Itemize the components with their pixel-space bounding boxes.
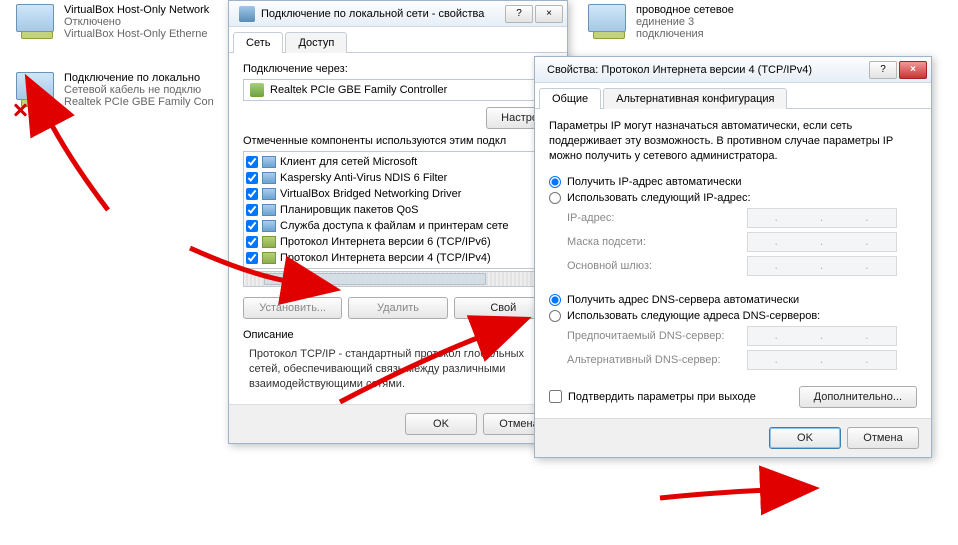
window-title: Свойства: Протокол Интернета версии 4 (T… xyxy=(539,64,869,76)
component-label: Протокол Интернета версии 4 (TCP/IPv4) xyxy=(280,252,491,264)
titlebar[interactable]: Свойства: Протокол Интернета версии 4 (T… xyxy=(535,57,931,83)
component-row[interactable]: Планировщик пакетов QoS xyxy=(246,202,550,218)
component-checkbox[interactable] xyxy=(246,172,258,184)
ip-address-input: ... xyxy=(747,208,897,228)
component-label: Протокол Интернета версии 6 (TCP/IPv6) xyxy=(280,236,491,248)
network-connection-item[interactable]: Подключение по локально Сетевой кабель н… xyxy=(16,72,216,112)
tab-sharing[interactable]: Доступ xyxy=(285,32,347,53)
tab-alternate[interactable]: Альтернативная конфигурация xyxy=(603,88,787,109)
component-icon xyxy=(262,172,276,184)
connect-via-label: Подключение через: xyxy=(243,63,553,75)
tab-general[interactable]: Общие xyxy=(539,88,601,109)
network-connection-item[interactable]: VirtualBox Host-Only Network Отключено V… xyxy=(16,4,216,44)
network-adapter-icon xyxy=(16,4,58,44)
cancel-button[interactable]: Отмена xyxy=(847,427,919,449)
component-icon xyxy=(262,236,276,248)
validate-label: Подтвердить параметры при выходе xyxy=(568,391,756,403)
alt-dns-label: Альтернативный DNS-сервер: xyxy=(567,354,747,366)
titlebar[interactable]: Подключение по локальной сети - свойства… xyxy=(229,1,567,27)
description-label: Описание xyxy=(243,329,553,341)
dns-auto-label: Получить адрес DNS-сервера автоматически xyxy=(567,294,799,306)
component-icon xyxy=(262,156,276,168)
dns-manual-label: Использовать следующие адреса DNS-сервер… xyxy=(567,310,820,322)
component-row[interactable]: Протокол Интернета версии 6 (TCP/IPv6) xyxy=(246,234,550,250)
install-button[interactable]: Установить... xyxy=(243,297,342,319)
ip-auto-label: Получить IP-адрес автоматически xyxy=(567,176,741,188)
component-icon xyxy=(262,204,276,216)
help-button[interactable]: ? xyxy=(505,5,533,23)
adapter-name: Realtek PCIe GBE Family Controller xyxy=(270,84,447,96)
gateway-label: Основной шлюз: xyxy=(567,260,747,272)
pref-dns-label: Предпочитаемый DNS-сервер: xyxy=(567,330,747,342)
subnet-mask-label: Маска подсети: xyxy=(567,236,747,248)
network-icon xyxy=(239,6,255,22)
ip-auto-radio[interactable] xyxy=(549,176,561,188)
component-icon xyxy=(262,220,276,232)
alt-dns-input: ... xyxy=(747,350,897,370)
ip-manual-label: Использовать следующий IP-адрес: xyxy=(567,192,751,204)
tabs: Общие Альтернативная конфигурация xyxy=(535,83,931,109)
component-label: VirtualBox Bridged Networking Driver xyxy=(280,188,461,200)
component-checkbox[interactable] xyxy=(246,188,258,200)
close-button[interactable]: × xyxy=(535,5,563,23)
component-icon xyxy=(262,252,276,264)
adapter-field: Realtek PCIe GBE Family Controller xyxy=(243,79,553,101)
network-adapter-icon xyxy=(588,4,630,44)
remove-button[interactable]: Удалить xyxy=(348,297,447,319)
ok-button[interactable]: OK xyxy=(405,413,477,435)
dns-manual-radio[interactable] xyxy=(549,310,561,322)
horizontal-scrollbar[interactable] xyxy=(243,271,553,287)
description-text: Протокол TCP/IP - стандартный протокол г… xyxy=(243,345,553,394)
pref-dns-input: ... xyxy=(747,326,897,346)
error-x-icon xyxy=(12,102,28,118)
component-label: Служба доступа к файлам и принтерам сете xyxy=(280,220,509,232)
component-checkbox[interactable] xyxy=(246,252,258,264)
dns-auto-radio[interactable] xyxy=(549,294,561,306)
subnet-mask-input: ... xyxy=(747,232,897,252)
network-adapter-icon xyxy=(16,72,58,112)
validate-checkbox[interactable] xyxy=(549,390,562,403)
ok-button[interactable]: OK xyxy=(769,427,841,449)
component-checkbox[interactable] xyxy=(246,236,258,248)
help-button[interactable]: ? xyxy=(869,61,897,79)
tabs: Сеть Доступ xyxy=(229,27,567,53)
ipv4-properties-window: Свойства: Протокол Интернета версии 4 (T… xyxy=(534,56,932,458)
component-checkbox[interactable] xyxy=(246,204,258,216)
close-button[interactable]: × xyxy=(899,61,927,79)
component-row[interactable]: Клиент для сетей Microsoft xyxy=(246,154,550,170)
component-row[interactable]: Служба доступа к файлам и принтерам сете xyxy=(246,218,550,234)
window-title: Подключение по локальной сети - свойства xyxy=(261,8,505,20)
ip-address-label: IP-адрес: xyxy=(567,212,747,224)
component-row[interactable]: VirtualBox Bridged Networking Driver xyxy=(246,186,550,202)
component-label: Планировщик пакетов QoS xyxy=(280,204,419,216)
component-row[interactable]: Kaspersky Anti-Virus NDIS 6 Filter xyxy=(246,170,550,186)
adapter-icon xyxy=(250,83,264,97)
component-checkbox[interactable] xyxy=(246,156,258,168)
tab-network[interactable]: Сеть xyxy=(233,32,283,53)
components-list[interactable]: Клиент для сетей Microsoft Kaspersky Ant… xyxy=(243,151,553,269)
advanced-button[interactable]: Дополнительно... xyxy=(799,386,917,408)
component-label: Kaspersky Anti-Virus NDIS 6 Filter xyxy=(280,172,447,184)
component-label: Клиент для сетей Microsoft xyxy=(280,156,417,168)
help-text: Параметры IP могут назначаться автоматич… xyxy=(549,119,917,164)
ip-manual-radio[interactable] xyxy=(549,192,561,204)
gateway-input: ... xyxy=(747,256,897,276)
connection-properties-window: Подключение по локальной сети - свойства… xyxy=(228,0,568,444)
component-checkbox[interactable] xyxy=(246,220,258,232)
components-label: Отмеченные компоненты используются этим … xyxy=(243,135,553,147)
component-icon xyxy=(262,188,276,200)
component-row[interactable]: Протокол Интернета версии 4 (TCP/IPv4) xyxy=(246,250,550,266)
network-connection-item[interactable]: проводное сетевое единение 3 подключения xyxy=(588,4,788,44)
